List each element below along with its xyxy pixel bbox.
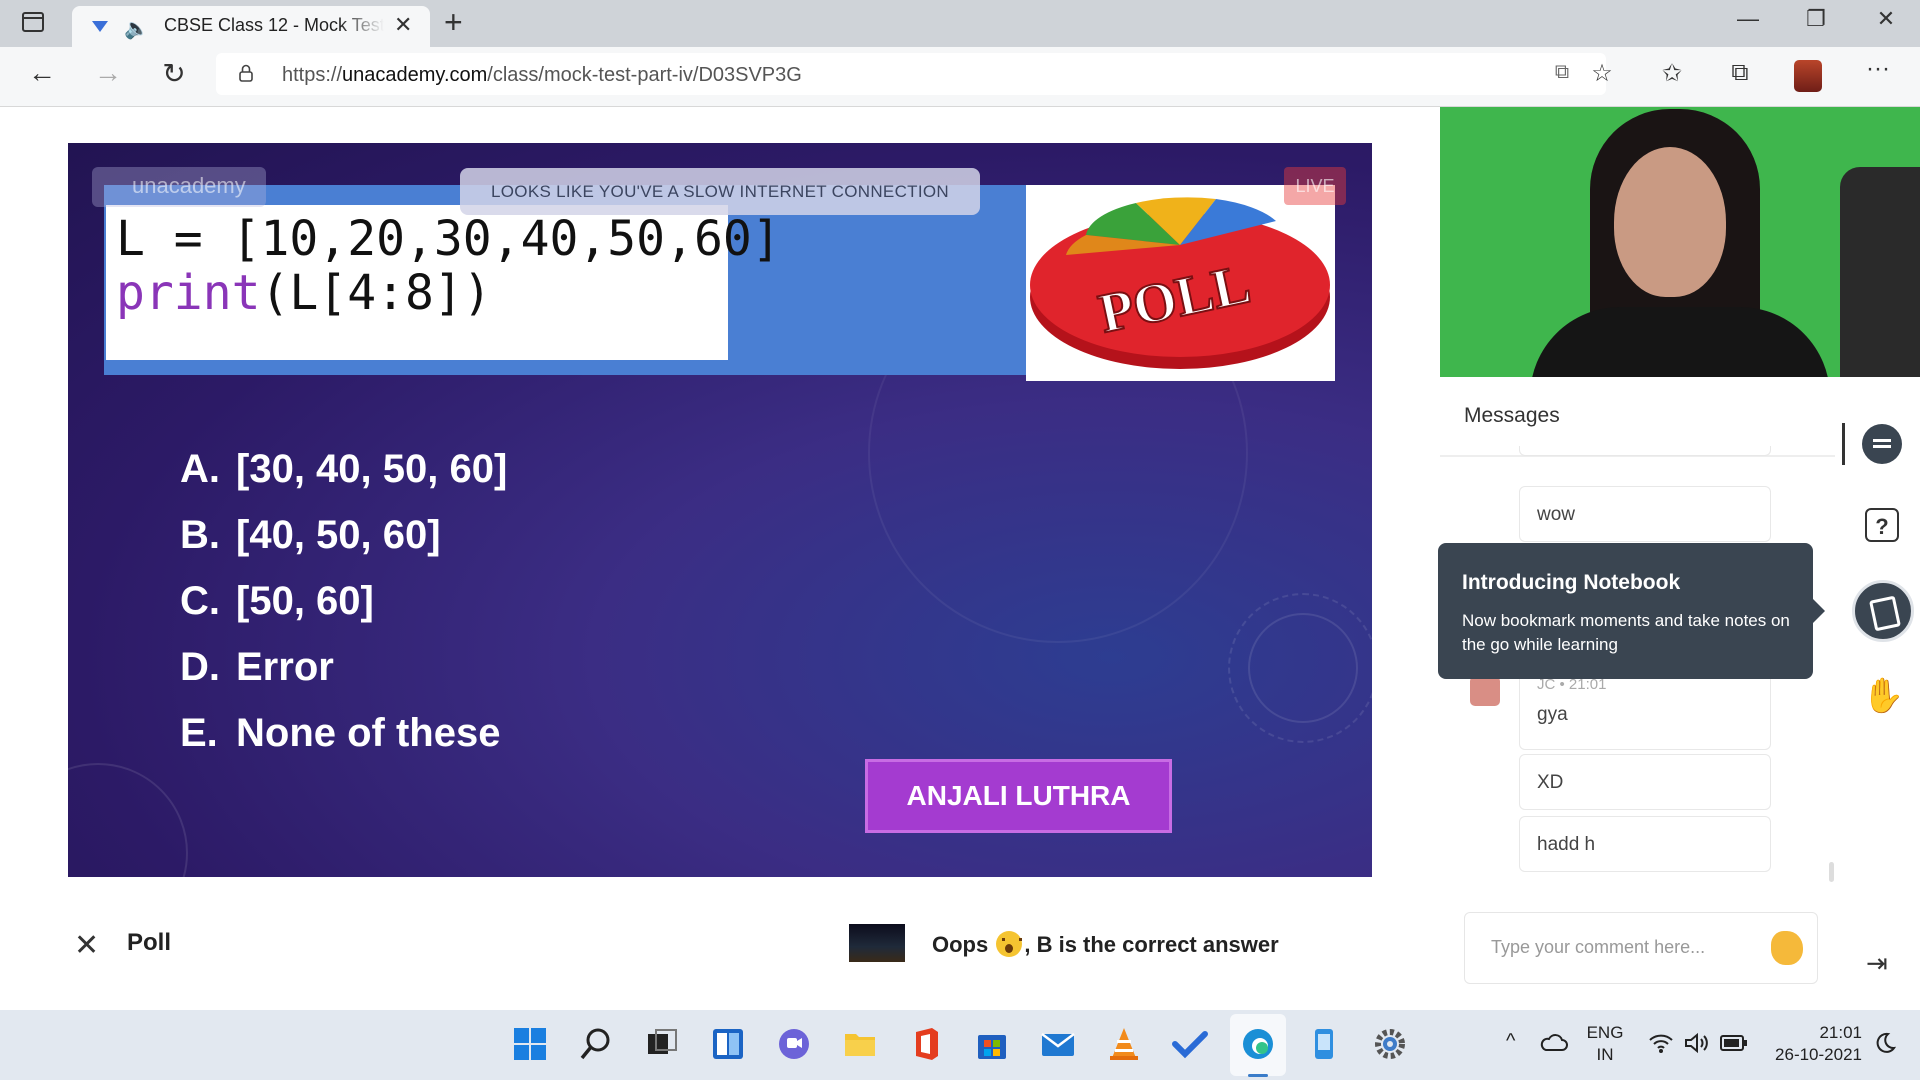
vlc-icon[interactable] — [1106, 1026, 1142, 1062]
chat-message: XD — [1519, 754, 1771, 810]
decorative-swirl — [1228, 593, 1372, 743]
slow-connection-banner: LOOKS LIKE YOU'VE A SLOW INTERNET CONNEC… — [460, 168, 980, 215]
close-poll-icon[interactable]: ✕ — [74, 928, 99, 963]
exit-icon[interactable]: ⇥ — [1866, 948, 1906, 988]
open-external-icon[interactable]: ⧉ — [1542, 61, 1582, 84]
forward-arrow-icon[interactable]: → — [88, 57, 128, 89]
code-line: L = [10,20,30,40,50,60] — [116, 211, 781, 267]
avatar — [1470, 676, 1500, 706]
star-add-icon[interactable]: ☆ — [1582, 59, 1622, 88]
mail-icon[interactable] — [1040, 1026, 1076, 1062]
clock[interactable]: 21:01 26-10-2021 — [1762, 1022, 1862, 1066]
clap-icon[interactable] — [1771, 931, 1803, 965]
close-icon[interactable]: ✕ — [394, 12, 412, 38]
browser-toolbar: ← → ↻ https://unacademy.com/class/mock-t… — [0, 47, 1920, 107]
class-video-player[interactable]: L = [10,20,30,40,50,60] print(L[4:8]) PO… — [68, 143, 1372, 877]
tab-actions-icon[interactable] — [22, 12, 44, 32]
url-text[interactable]: https://unacademy.com/class/mock-test-pa… — [282, 64, 802, 87]
clock-date: 26-10-2021 — [1775, 1045, 1862, 1064]
microsoft-store-icon[interactable] — [974, 1026, 1010, 1062]
live-badge: LIVE — [1284, 167, 1346, 205]
windows-start-icon[interactable] — [512, 1026, 548, 1062]
tab-active[interactable]: 🔈 CBSE Class 12 - Mock Test Series ✕ — [72, 6, 430, 48]
chat-message-partial — [1519, 446, 1771, 456]
search-icon[interactable] — [578, 1026, 614, 1062]
active-app-indicator — [1248, 1074, 1268, 1077]
teacher-name-tag: ANJALI LUTHRA — [865, 759, 1172, 833]
focus-assist-moon-icon[interactable] — [1874, 1032, 1896, 1054]
surprised-emoji-icon — [996, 931, 1023, 957]
settings-icon[interactable] — [1372, 1026, 1408, 1062]
comment-placeholder: Type your comment here... — [1491, 937, 1706, 957]
battery-icon[interactable] — [1720, 1034, 1748, 1052]
decorative-swirl — [68, 763, 188, 877]
notepad-icon[interactable] — [1306, 1026, 1342, 1062]
notebook-tooltip[interactable]: Introducing Notebook Now bookmark moment… — [1438, 543, 1825, 679]
speaker-icon[interactable]: 🔈 — [124, 16, 149, 41]
chat-icon[interactable] — [1862, 424, 1902, 464]
windows-taskbar: ^ ENG IN 21:01 26-10-2021 — [0, 1010, 1920, 1080]
option-b: B. [40, 50, 60] — [180, 513, 441, 557]
back-arrow-icon[interactable]: ← — [22, 57, 62, 89]
address-bar[interactable]: https://unacademy.com/class/mock-test-pa… — [216, 53, 1606, 95]
option-e: E. None of these — [180, 711, 501, 755]
collections-icon[interactable]: ⧉ — [1720, 59, 1760, 87]
tooltip-title: Introducing Notebook — [1462, 571, 1681, 594]
close-window-icon[interactable]: ✕ — [1866, 6, 1906, 32]
region-code: IN — [1596, 1045, 1614, 1064]
language-code: ENG — [1586, 1023, 1624, 1042]
code-snippet: L = [10,20,30,40,50,60] print(L[4:8]) — [106, 205, 781, 360]
todo-icon[interactable] — [1172, 1026, 1208, 1062]
tooltip-body: Now bookmark moments and take notes on t… — [1462, 611, 1790, 654]
restore-icon[interactable]: ❐ — [1796, 6, 1836, 32]
code-line: print(L[4:8]) — [116, 265, 492, 321]
brand-watermark: unacademy — [132, 173, 246, 198]
widgets-icon[interactable] — [710, 1026, 746, 1062]
refresh-icon[interactable]: ↻ — [154, 57, 194, 90]
comment-input[interactable]: Type your comment here... — [1464, 912, 1818, 984]
poll-label: Poll — [127, 929, 172, 956]
unacademy-watermark: unacademy — [92, 167, 266, 207]
edge-icon[interactable] — [1240, 1026, 1276, 1062]
unacademy-logo-icon — [92, 21, 108, 32]
raise-hand-icon[interactable]: ✋ — [1862, 676, 1904, 716]
poll-thumbnail — [849, 924, 905, 962]
plus-icon[interactable]: + — [444, 4, 463, 41]
chat-message: hadd h — [1519, 816, 1771, 872]
volume-icon[interactable] — [1684, 1032, 1710, 1054]
chat-message: wow — [1519, 486, 1771, 542]
educator-webcam — [1440, 107, 1920, 377]
tray-chevron-icon[interactable]: ^ — [1506, 1030, 1515, 1053]
minimize-icon[interactable]: — — [1728, 6, 1768, 32]
tab-title: CBSE Class 12 - Mock Test Series — [164, 15, 384, 35]
poll-result: Oops , B is the correct answer — [932, 931, 1279, 957]
chat-scrollbar[interactable] — [1829, 862, 1834, 882]
language-indicator[interactable]: ENG IN — [1582, 1022, 1628, 1066]
lock-icon[interactable] — [238, 64, 254, 82]
onedrive-cloud-icon[interactable] — [1540, 1032, 1568, 1052]
browser-tab-bar: 🔈 CBSE Class 12 - Mock Test Series ✕ + —… — [0, 0, 1920, 48]
active-tab-indicator — [1842, 423, 1845, 465]
option-a: A. [30, 40, 50, 60] — [180, 447, 508, 491]
file-explorer-icon[interactable] — [842, 1026, 878, 1062]
chat-message-text: gya — [1537, 704, 1568, 725]
favorites-icon[interactable]: ✩ — [1652, 59, 1692, 88]
option-d: D. Error — [180, 645, 334, 689]
poll-pie-graphic: POLL — [1030, 197, 1330, 369]
wifi-icon[interactable] — [1648, 1032, 1674, 1054]
poll-image: POLL — [1026, 185, 1335, 381]
task-view-icon[interactable] — [644, 1026, 680, 1062]
avatar[interactable] — [1794, 60, 1822, 92]
notebook-icon[interactable] — [1852, 580, 1914, 642]
office-icon[interactable] — [908, 1026, 944, 1062]
more-icon[interactable]: ··· — [1858, 55, 1898, 83]
doubt-icon[interactable]: ? — [1865, 508, 1899, 542]
messages-title: Messages — [1464, 404, 1560, 427]
clock-time: 21:01 — [1819, 1023, 1862, 1042]
option-c: C. [50, 60] — [180, 579, 374, 623]
teams-chat-icon[interactable] — [776, 1026, 812, 1062]
